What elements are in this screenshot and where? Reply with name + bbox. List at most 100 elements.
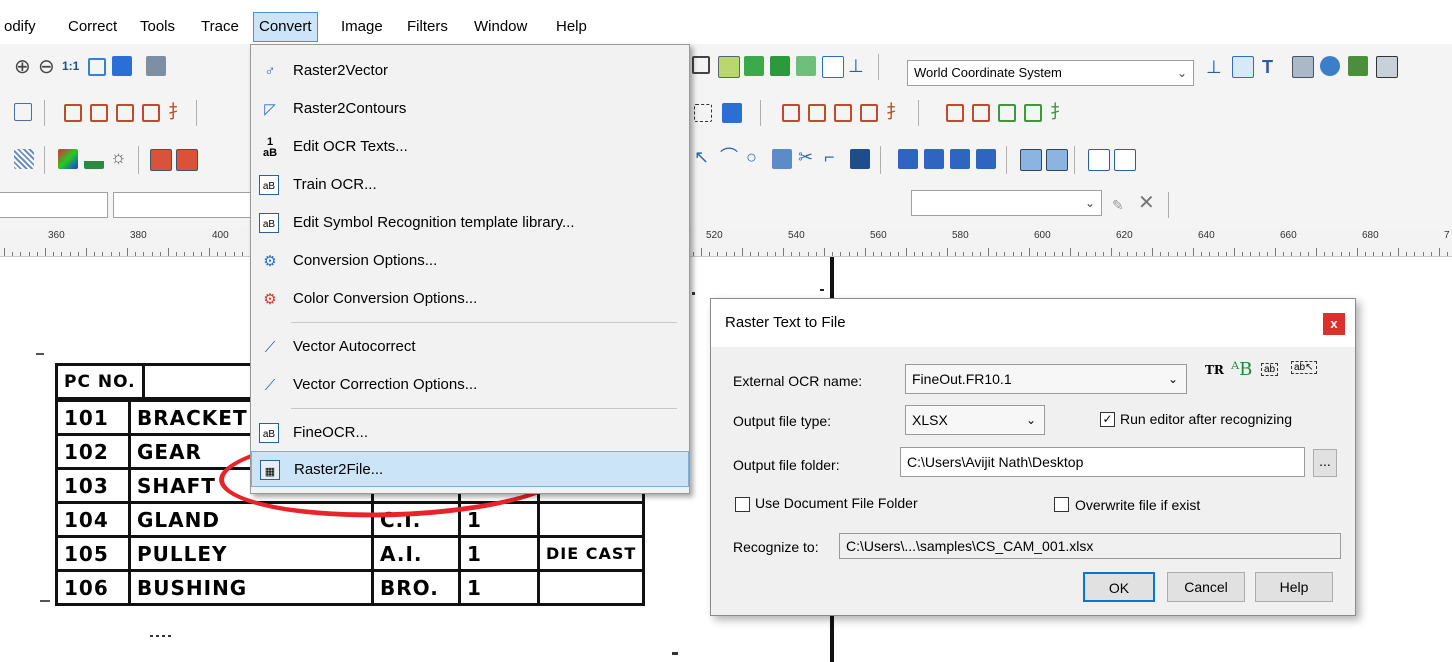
mail-edit-icon[interactable] (950, 149, 970, 169)
menu-item-conversion-options[interactable]: ⚙ Conversion Options... (251, 243, 689, 279)
cancel-button[interactable]: Cancel (1167, 572, 1245, 602)
ab-font-icon[interactable]: ᴬB (1231, 359, 1252, 380)
corner-detect-icon[interactable]: ⌐ (824, 147, 844, 167)
mail-icon[interactable] (898, 149, 918, 169)
histogram-icon[interactable] (84, 149, 104, 169)
ab-box-icon[interactable]: ab (1261, 363, 1279, 376)
polyline-snap-icon[interactable] (972, 104, 990, 122)
line-snap-icon[interactable] (946, 104, 964, 122)
curve-icon[interactable]: ⌒ (720, 147, 740, 167)
fill-select-icon[interactable] (722, 103, 742, 123)
arc-snap-icon[interactable] (998, 104, 1016, 122)
line-tool-icon[interactable] (64, 104, 82, 122)
hatch-detect-icon[interactable] (772, 149, 792, 169)
spline-edit-icon[interactable]: ⺘ (886, 103, 906, 124)
raster-color-icon[interactable] (150, 149, 172, 171)
menu-tools[interactable]: Tools (140, 17, 175, 37)
arc-tool-icon[interactable] (116, 104, 134, 122)
menu-correct[interactable]: Correct (68, 17, 117, 37)
menu-filters[interactable]: Filters (407, 17, 448, 37)
help-button[interactable]: Help (1255, 572, 1333, 602)
image-edit-icon[interactable] (796, 56, 816, 76)
coordinate-system-select[interactable]: World Coordinate System ⌄ (907, 60, 1194, 86)
raster-icon[interactable] (822, 56, 844, 78)
polyline-tool-icon[interactable] (90, 104, 108, 122)
raster-color-2-icon[interactable] (176, 149, 198, 171)
menu-item-fineocr[interactable]: aB FineOCR... (251, 415, 689, 451)
menu-item-vector-autocorrect[interactable]: ⟋ Vector Autocorrect (251, 329, 689, 365)
menu-convert[interactable]: Convert (253, 12, 318, 42)
use-doc-folder-checkbox[interactable] (735, 497, 750, 512)
cfg-icon[interactable] (1292, 56, 1314, 78)
delete-icon[interactable]: ✕ (1138, 193, 1158, 213)
polyline-edit-icon[interactable] (808, 104, 826, 122)
color-palette-icon[interactable] (58, 149, 78, 169)
circle-tool-icon[interactable] (142, 104, 160, 122)
close-button[interactable]: x (1323, 313, 1345, 335)
mail-check-icon[interactable] (976, 149, 996, 169)
menu-item-raster2contours[interactable]: ◸ Raster2Contours (251, 91, 689, 127)
overwrite-checkbox[interactable] (1054, 497, 1069, 512)
hatch-icon[interactable] (14, 149, 34, 169)
circle-detect-icon[interactable]: ○ (746, 147, 766, 167)
menu-item-raster2file[interactable]: ▦ Raster2File... (251, 451, 689, 487)
tr-icon[interactable]: TR (1205, 363, 1224, 377)
linetype-combo[interactable] (113, 192, 250, 218)
menu-item-raster2vector[interactable]: ♂ Raster2Vector (251, 53, 689, 89)
circle-edit-icon[interactable] (860, 104, 878, 122)
output-folder-input[interactable]: C:\Users\Avijit Nath\Desktop (900, 447, 1305, 477)
symbol-detect-icon[interactable]: ✂ (798, 147, 818, 167)
zoom-1-1-icon[interactable]: 1:1 (62, 59, 82, 79)
select-icon[interactable] (692, 56, 710, 74)
ocr-name-select[interactable]: FineOut.FR10.1 ⌄ (905, 364, 1187, 394)
style-select[interactable]: ⌄ (911, 190, 1102, 216)
axis-ucs-icon[interactable]: ⊥ (1206, 57, 1226, 77)
table-icon[interactable] (1232, 56, 1254, 78)
file-type-select[interactable]: XLSX ⌄ (905, 405, 1045, 435)
vectorize-icon[interactable]: ↖ (694, 147, 714, 167)
menu-image[interactable]: Image (341, 17, 383, 37)
image-icon[interactable] (744, 56, 764, 76)
menu-item-train-ocr[interactable]: aB Train OCR... (251, 167, 689, 203)
zoom-out-icon[interactable]: ⊖ (38, 57, 58, 77)
zoom-window-icon[interactable] (88, 58, 106, 76)
layer-icon[interactable] (718, 56, 740, 78)
browse-button[interactable]: ... (1313, 449, 1337, 477)
spline-tool-icon[interactable]: ⺘ (168, 103, 188, 124)
spline-snap-icon[interactable]: ⺘ (1050, 103, 1070, 124)
text-table-icon[interactable] (1088, 149, 1110, 171)
menu-window[interactable]: Window (474, 17, 527, 37)
rect-select-icon[interactable] (694, 104, 712, 122)
menu-item-edit-ocr[interactable]: 1 aB Edit OCR Texts... (251, 129, 689, 165)
line-edit-icon[interactable] (782, 104, 800, 122)
fit-page-icon[interactable] (146, 56, 166, 76)
menu-item-color-conversion-options[interactable]: ⚙ Color Conversion Options... (251, 281, 689, 317)
ab-text-icon[interactable] (1114, 149, 1136, 171)
menu-item-symbol-library[interactable]: aB Edit Symbol Recognition template libr… (251, 205, 689, 241)
zoom-in-icon[interactable]: ⊕ (14, 57, 34, 77)
new-style-icon[interactable]: ✎ (1112, 195, 1132, 215)
grid-icon[interactable] (1348, 56, 1368, 76)
columns-icon[interactable] (1376, 56, 1398, 78)
circle-snap-icon[interactable] (1024, 104, 1042, 122)
select-pointer-icon[interactable] (14, 103, 32, 121)
axis-icon[interactable]: ⊥ (848, 56, 868, 76)
menu-modify[interactable]: odify (4, 17, 36, 37)
mail-delete-icon[interactable] (924, 149, 944, 169)
shape-detect-icon[interactable] (850, 149, 870, 169)
menu-help[interactable]: Help (556, 17, 587, 37)
menu-trace[interactable]: Trace (201, 17, 239, 37)
pin-icon[interactable] (1320, 56, 1340, 76)
brightness-icon[interactable]: ☼ (110, 147, 130, 167)
arc-edit-icon[interactable] (834, 104, 852, 122)
run-editor-checkbox[interactable]: ✓ (1100, 412, 1115, 427)
menu-item-vector-correction-options[interactable]: ⟋ Vector Correction Options... (251, 367, 689, 403)
ok-button[interactable]: OK (1083, 572, 1155, 602)
ocr-color-icon[interactable] (1046, 149, 1068, 171)
image-green-icon[interactable] (770, 56, 790, 76)
ab-cursor-icon[interactable]: ab↖ (1291, 361, 1317, 374)
zoom-select-icon[interactable] (112, 56, 132, 76)
ocr-settings-icon[interactable] (1020, 149, 1042, 171)
text-tool-icon[interactable]: T (1262, 57, 1282, 77)
layer-combo[interactable] (0, 192, 108, 218)
